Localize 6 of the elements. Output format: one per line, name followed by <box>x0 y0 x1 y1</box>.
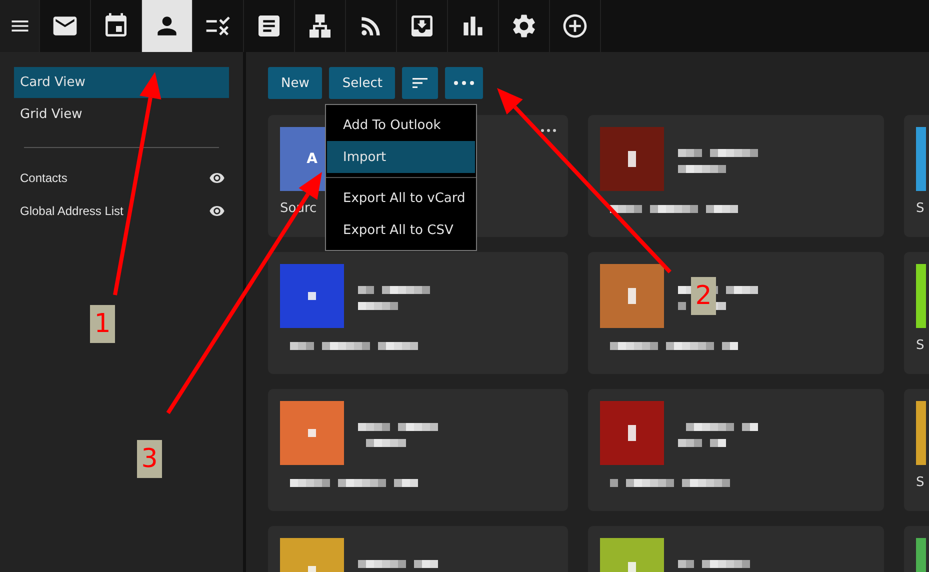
card-label: S <box>916 475 926 490</box>
annotation-number: 3 <box>137 440 162 478</box>
annotation-number: 1 <box>90 305 115 343</box>
card-label: S <box>916 201 926 216</box>
annotation-number: 2 <box>691 277 716 315</box>
card-label: S <box>916 338 926 353</box>
